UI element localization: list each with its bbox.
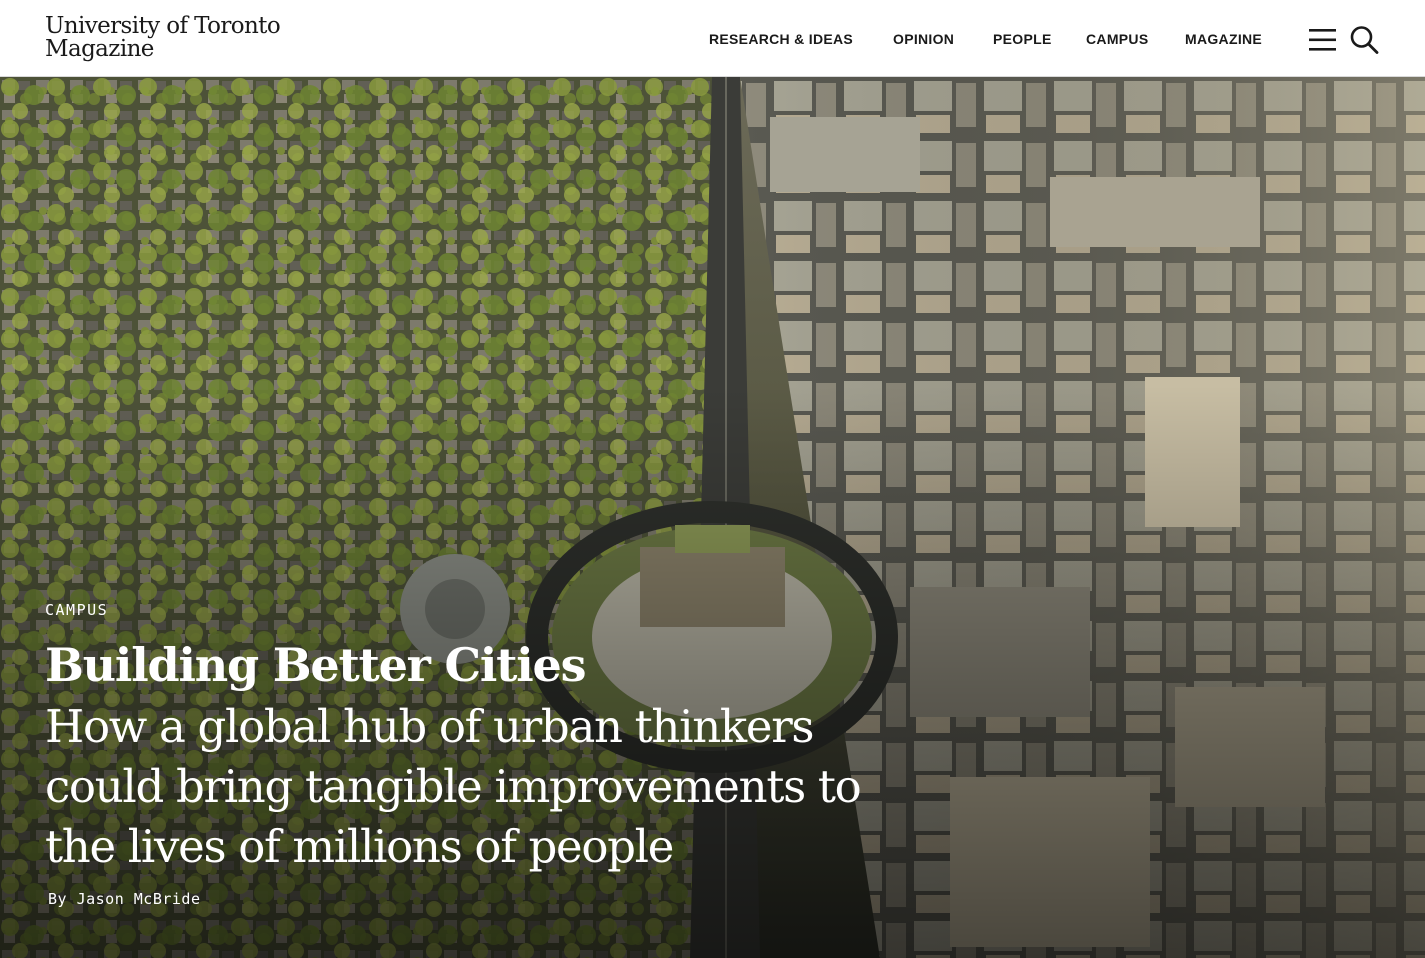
site-logo[interactable]: University of Toronto Magazine bbox=[45, 13, 281, 62]
nav-item-people[interactable]: PEOPLE bbox=[993, 31, 1052, 47]
hero-section: CAMPUS Building Better Cities How a glob… bbox=[0, 77, 1425, 958]
nav-item-magazine[interactable]: MAGAZINE bbox=[1185, 31, 1262, 47]
category-label[interactable]: CAMPUS bbox=[45, 601, 108, 619]
site-header: University of Toronto Magazine RESEARCH … bbox=[0, 0, 1425, 77]
logo-line-1: University of Toronto bbox=[45, 13, 281, 39]
nav-item-research-ideas[interactable]: RESEARCH & IDEAS bbox=[709, 31, 853, 47]
article-subtitle: How a global hub of urban thinkers could… bbox=[45, 700, 862, 873]
logo-line-2: Magazine bbox=[45, 36, 154, 62]
hamburger-menu-icon[interactable] bbox=[1308, 27, 1338, 53]
nav-item-opinion[interactable]: OPINION bbox=[893, 31, 954, 47]
article-byline: By Jason McBride bbox=[48, 890, 201, 908]
search-icon[interactable] bbox=[1349, 25, 1379, 55]
nav-item-campus[interactable]: CAMPUS bbox=[1086, 31, 1148, 47]
article-title: Building Better Cities bbox=[45, 638, 586, 692]
